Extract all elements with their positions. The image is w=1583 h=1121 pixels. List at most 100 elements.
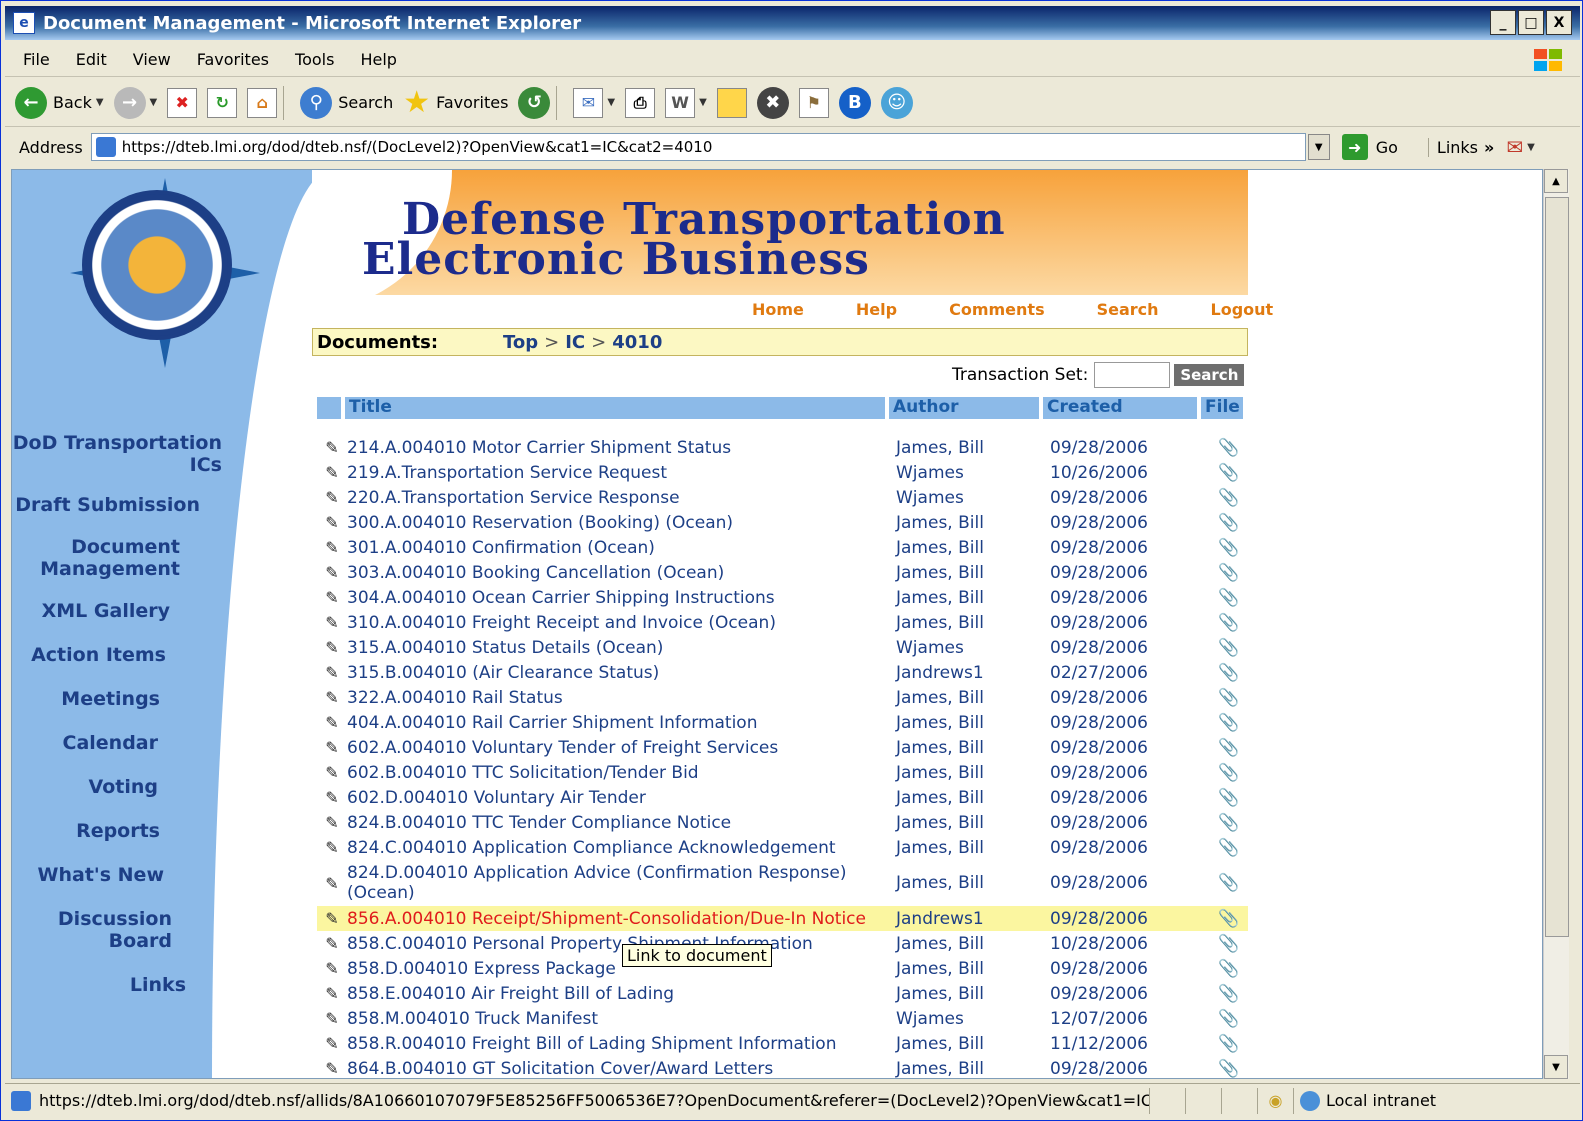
paperclip-icon[interactable]: 📎 — [1210, 813, 1248, 833]
table-row[interactable]: ✎ 220.A.Transportation Service Response Wj… — [317, 485, 1248, 510]
link-logout[interactable]: Logout — [1211, 300, 1274, 319]
search-button[interactable]: ⚲ Search — [300, 86, 393, 119]
paperclip-icon[interactable]: 📎 — [1210, 463, 1248, 483]
paperclip-icon[interactable]: 📎 — [1210, 1059, 1248, 1079]
close-button[interactable]: X — [1546, 10, 1572, 35]
stop-button[interactable]: ✖ — [167, 87, 198, 118]
document-title-link[interactable]: 858.D.004010 Express Package — [347, 959, 892, 979]
paperclip-icon[interactable]: 📎 — [1210, 1034, 1248, 1054]
header-created[interactable]: Created — [1043, 397, 1197, 419]
chevron-down-icon[interactable]: ▼ — [96, 97, 104, 108]
document-title-link[interactable]: 602.A.004010 Voluntary Tender of Freight… — [347, 738, 892, 758]
document-title-link[interactable]: 858.E.004010 Air Freight Bill of Lading — [347, 984, 892, 1004]
nav-draft-submission[interactable]: Draft Submission — [12, 494, 222, 516]
table-row[interactable]: ✎ 864.B.004010 GT Solicitation Cover/Awar… — [317, 1056, 1248, 1079]
breadcrumb-top[interactable]: Top — [503, 332, 538, 353]
users-button[interactable]: ☺ — [880, 86, 913, 119]
document-title-link[interactable]: 303.A.004010 Booking Cancellation (Ocean… — [347, 563, 892, 583]
paperclip-icon[interactable]: 📎 — [1210, 873, 1248, 893]
paperclip-icon[interactable]: 📎 — [1210, 563, 1248, 583]
paperclip-icon[interactable]: 📎 — [1210, 934, 1248, 954]
transaction-search-button[interactable]: Search — [1174, 364, 1245, 386]
table-row[interactable]: ✎ 214.A.004010 Motor Carrier Shipment Sta… — [317, 435, 1248, 460]
paperclip-icon[interactable]: 📎 — [1210, 513, 1248, 533]
paperclip-icon[interactable]: 📎 — [1210, 663, 1248, 683]
document-title-link[interactable]: 219.A.Transportation Service Request — [347, 463, 892, 483]
transaction-set-input[interactable] — [1094, 362, 1171, 388]
header-title[interactable]: Title — [345, 397, 885, 419]
address-input[interactable]: https://dteb.lmi.org/dod/dteb.nsf/(DocLe… — [90, 133, 1306, 161]
table-row[interactable]: ✎ 301.A.004010 Confirmation (Ocean) James,… — [317, 535, 1248, 560]
document-title-link[interactable]: 404.A.004010 Rail Carrier Shipment Infor… — [347, 713, 892, 733]
block-button[interactable]: ✖ — [756, 86, 789, 119]
link-search[interactable]: Search — [1097, 300, 1159, 319]
chevron-down-icon[interactable]: ▼ — [699, 97, 707, 108]
table-row[interactable]: ✎ 322.A.004010 Rail Status James, Bill 09/2… — [317, 685, 1248, 710]
table-row[interactable]: ✎ 300.A.004010 Reservation (Booking) (Oce… — [317, 510, 1248, 535]
paperclip-icon[interactable]: 📎 — [1210, 763, 1248, 783]
nav-whats-new[interactable]: What's New — [12, 864, 222, 886]
paperclip-icon[interactable]: 📎 — [1210, 688, 1248, 708]
menu-help[interactable]: Help — [360, 50, 396, 69]
refresh-button[interactable]: ↻ — [207, 87, 238, 118]
paperclip-icon[interactable]: 📎 — [1210, 788, 1248, 808]
address-dropdown-button[interactable]: ▼ — [1307, 134, 1330, 160]
paperclip-icon[interactable]: 📎 — [1210, 638, 1248, 658]
table-row[interactable]: ✎ 602.B.004010 TTC Solicitation/Tender Bi… — [317, 760, 1248, 785]
scroll-down-icon[interactable]: ▼ — [1544, 1055, 1568, 1079]
table-row[interactable]: ✎ 219.A.Transportation Service Request Wja… — [317, 460, 1248, 485]
table-row[interactable]: ✎ 824.B.004010 TTC Tender Compliance Noti… — [317, 810, 1248, 835]
document-title-link[interactable]: 220.A.Transportation Service Response — [347, 488, 892, 508]
chevron-down-icon[interactable]: ▼ — [607, 97, 615, 108]
print-button[interactable]: ⎙ — [625, 87, 656, 118]
notes-button[interactable] — [716, 87, 747, 118]
table-row[interactable]: ✎ 602.A.004010 Voluntary Tender of Freigh… — [317, 735, 1248, 760]
paperclip-icon[interactable]: 📎 — [1210, 959, 1248, 979]
nav-action-items[interactable]: Action Items — [12, 644, 222, 666]
back-button[interactable]: ← Back ▼ — [15, 86, 104, 119]
table-row[interactable]: ✎ 824.C.004010 Application Compliance Ack… — [317, 835, 1248, 860]
document-title-link[interactable]: 315.A.004010 Status Details (Ocean) — [347, 638, 892, 658]
scroll-thumb[interactable] — [1545, 197, 1569, 937]
paperclip-icon[interactable]: 📎 — [1210, 613, 1248, 633]
document-title-link[interactable]: 315.B.004010 (Air Clearance Status) — [347, 663, 892, 683]
document-title-link[interactable]: 858.M.004010 Truck Manifest — [347, 1009, 892, 1029]
table-row[interactable]: ✎ 304.A.004010 Ocean Carrier Shipping Ins… — [317, 585, 1248, 610]
table-row[interactable]: ✎ 858.C.004010 Personal Property Shipment… — [317, 931, 1248, 956]
edit-button[interactable]: W ▼ — [665, 87, 707, 118]
table-row[interactable]: ✎ 858.E.004010 Air Freight Bill of Lading… — [317, 981, 1248, 1006]
maximize-button[interactable]: □ — [1518, 10, 1544, 35]
paperclip-icon[interactable]: 📎 — [1210, 1009, 1248, 1029]
nav-calendar[interactable]: Calendar — [12, 732, 222, 754]
document-title-link[interactable]: 301.A.004010 Confirmation (Ocean) — [347, 538, 892, 558]
table-row[interactable]: ✎ 858.M.004010 Truck Manifest Wjames 12/07/… — [317, 1006, 1248, 1031]
paperclip-icon[interactable]: 📎 — [1210, 438, 1248, 458]
nav-links[interactable]: Links — [12, 974, 222, 996]
menu-file[interactable]: File — [23, 50, 50, 69]
link-comments[interactable]: Comments — [949, 300, 1045, 319]
table-row[interactable]: ✎ 858.D.004010 Express Package James, Bill… — [317, 956, 1248, 981]
document-title-link[interactable]: 304.A.004010 Ocean Carrier Shipping Inst… — [347, 588, 892, 608]
chevron-down-icon[interactable]: ▼ — [150, 97, 158, 108]
go-button[interactable]: ➜ Go — [1341, 134, 1398, 160]
table-row[interactable]: ✎ 315.B.004010 (Air Clearance Status) Jand… — [317, 660, 1248, 685]
bluetooth-button[interactable]: B — [838, 86, 871, 119]
paperclip-icon[interactable]: 📎 — [1210, 984, 1248, 1004]
menu-edit[interactable]: Edit — [76, 50, 107, 69]
header-author[interactable]: Author — [889, 397, 1039, 419]
nav-dod-transportation-ics[interactable]: DoD Transportation ICs — [12, 432, 222, 476]
nav-document-management[interactable]: Document Management — [12, 536, 222, 580]
table-row[interactable]: ✎ 310.A.004010 Freight Receipt and Invoic… — [317, 610, 1248, 635]
nav-reports[interactable]: Reports — [12, 820, 222, 842]
paperclip-icon[interactable]: 📎 — [1210, 738, 1248, 758]
nav-voting[interactable]: Voting — [12, 776, 222, 798]
nav-xml-gallery[interactable]: XML Gallery — [12, 600, 222, 622]
document-title-link[interactable]: 858.C.004010 Personal Property Shipment … — [347, 934, 892, 954]
document-title-link[interactable]: 824.C.004010 Application Compliance Ackn… — [347, 838, 892, 858]
document-title-link[interactable]: 300.A.004010 Reservation (Booking) (Ocea… — [347, 513, 892, 533]
link-help[interactable]: Help — [856, 300, 897, 319]
table-row[interactable]: ✎ 602.D.004010 Voluntary Air Tender James,… — [317, 785, 1248, 810]
acrobat-icon[interactable]: ✉ — [1506, 135, 1523, 159]
paperclip-icon[interactable]: 📎 — [1210, 713, 1248, 733]
nav-meetings[interactable]: Meetings — [12, 688, 222, 710]
